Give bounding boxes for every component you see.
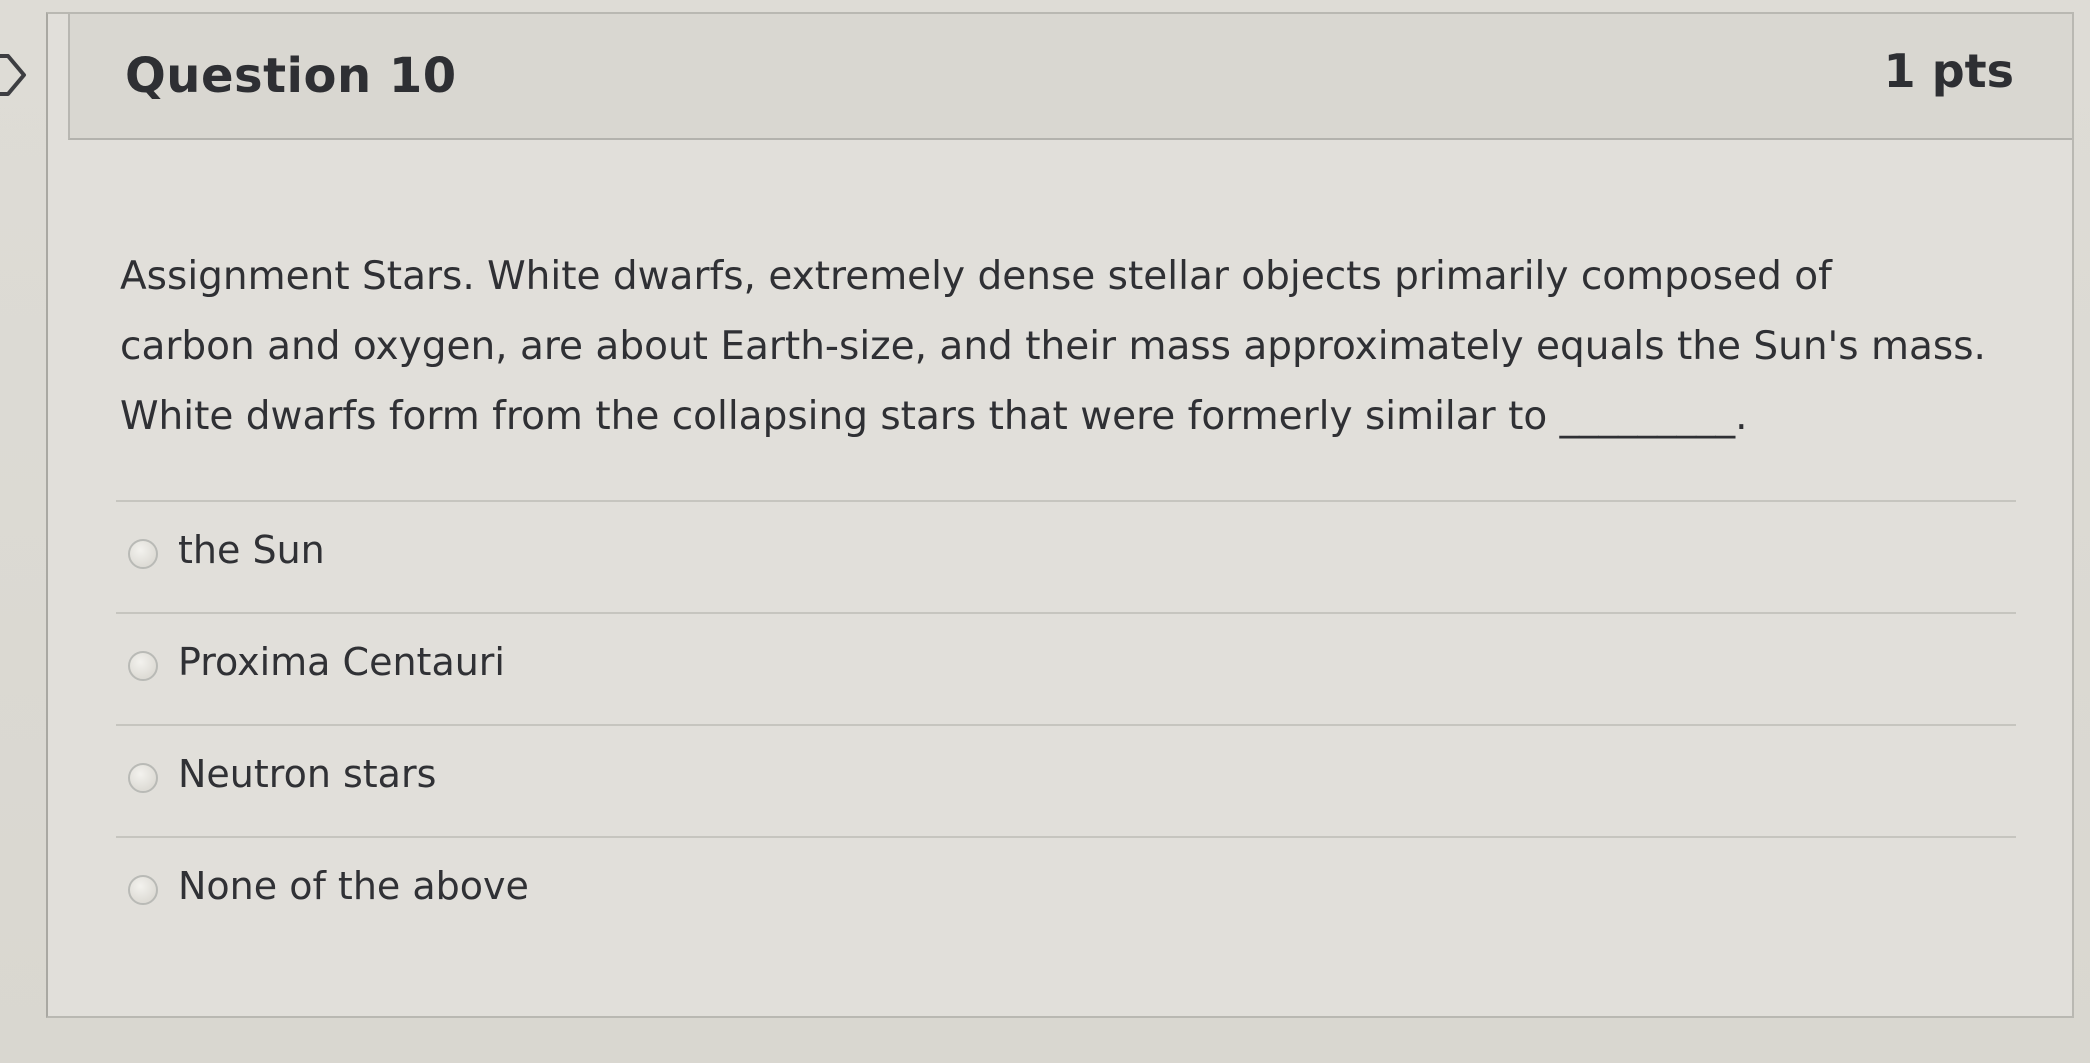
question-text-line: carbon and oxygen, are about Earth-size,… (120, 324, 1986, 369)
question-body: Assignment Stars. White dwarfs, extremel… (48, 140, 2072, 1016)
answer-label[interactable]: None of the above (178, 864, 529, 908)
answer-option-none-of-the-above[interactable]: None of the above (116, 838, 2016, 950)
radio-button-icon[interactable] (128, 651, 158, 681)
question-text-line: White dwarfs form from the collapsing st… (120, 394, 1748, 439)
answer-label[interactable]: Proxima Centauri (178, 640, 505, 684)
answer-label[interactable]: the Sun (178, 528, 325, 572)
radio-button-icon[interactable] (128, 539, 158, 569)
question-header: Question 10 1 pts (68, 14, 2072, 140)
question-points: 1 pts (1883, 44, 2014, 98)
quiz-screen: Question 10 1 pts Assignment Stars. Whit… (0, 0, 2090, 1063)
question-text-line: Assignment Stars. White dwarfs, extremel… (120, 254, 1832, 299)
radio-button-icon[interactable] (128, 875, 158, 905)
question-text: Assignment Stars. White dwarfs, extremel… (120, 242, 2080, 452)
answer-option-neutron-stars[interactable]: Neutron stars (116, 726, 2016, 838)
answer-label[interactable]: Neutron stars (178, 752, 436, 796)
radio-button-icon[interactable] (128, 763, 158, 793)
question-card: Question 10 1 pts Assignment Stars. Whit… (46, 12, 2074, 1018)
answer-option-the-sun[interactable]: the Sun (116, 502, 2016, 614)
answer-list: the Sun Proxima Centauri Neutron stars N… (116, 500, 2016, 950)
bookmark-flag-icon[interactable] (0, 52, 30, 98)
answer-option-proxima-centauri[interactable]: Proxima Centauri (116, 614, 2016, 726)
question-title: Question 10 (125, 48, 457, 104)
